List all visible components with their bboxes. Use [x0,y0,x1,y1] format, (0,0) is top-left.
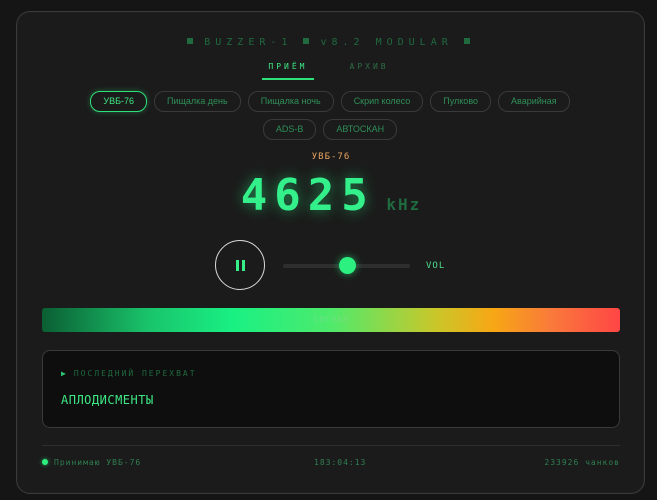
frequency-display: 4625 kHz [0,170,657,221]
app-title-bar: BUZZER-1 v8.2 MODULAR [0,37,657,48]
preset-list: УВБ-76 Пищалка день Пищалка ночь Скрип к… [72,91,588,140]
preset-chip[interactable]: АВТОСКАН [323,119,398,140]
frequency-value: 4625 [240,170,375,221]
app-title: BUZZER-1 [204,37,293,48]
frequency-unit: kHz [386,195,422,214]
preset-chip[interactable]: Аварийная [498,91,570,112]
intercept-header-label: ПОСЛЕДНИЙ ПЕРЕХВАТ [73,369,197,378]
play-triangle-icon: ▶ [61,369,68,378]
volume-slider[interactable] [283,255,410,277]
tab-archive[interactable]: АРХИВ [344,60,395,80]
square-icon [463,38,470,44]
play-pause-button[interactable] [215,240,265,290]
intercept-header: ▶ ПОСЛЕДНИЙ ПЕРЕХВАТ [61,369,197,378]
tab-receive[interactable]: ПРИЁМ [262,60,314,80]
status-receiving-text: Принимаю УВБ-76 [54,458,142,467]
intercept-panel: ▶ ПОСЛЕДНИЙ ПЕРЕХВАТ АПЛОДИСМЕНТЫ [42,350,620,428]
volume-thumb[interactable] [338,257,356,274]
divider [42,445,620,446]
preset-chip[interactable]: Пулково [430,91,492,112]
pause-icon [235,259,245,271]
status-chunks: 233926 чанков [544,458,620,467]
square-icon [187,38,194,44]
volume-label: VOL [426,261,446,271]
preset-chip[interactable]: Пищалка ночь [247,91,334,112]
preset-chip[interactable]: ADS-B [262,119,317,140]
station-name: УВБ-76 [311,152,351,162]
preset-chip[interactable]: Пищалка день [154,91,241,112]
preset-chip[interactable]: Скрип колесо [340,91,424,112]
app-version: v8.2 MODULAR [320,37,453,48]
status-receiving: Принимаю УВБ-76 [42,458,141,467]
square-icon [303,38,310,44]
signal-meter-label: СИГНАЛ [313,315,349,324]
status-dot-icon [42,459,48,465]
tab-bar: ПРИЁМ АРХИВ [0,60,657,80]
preset-chip[interactable]: УВБ-76 [90,91,147,112]
intercept-text: АПЛОДИСМЕНТЫ [61,393,154,407]
signal-meter: СИГНАЛ [42,308,620,332]
status-uptime: 183:04:13 [314,458,367,467]
